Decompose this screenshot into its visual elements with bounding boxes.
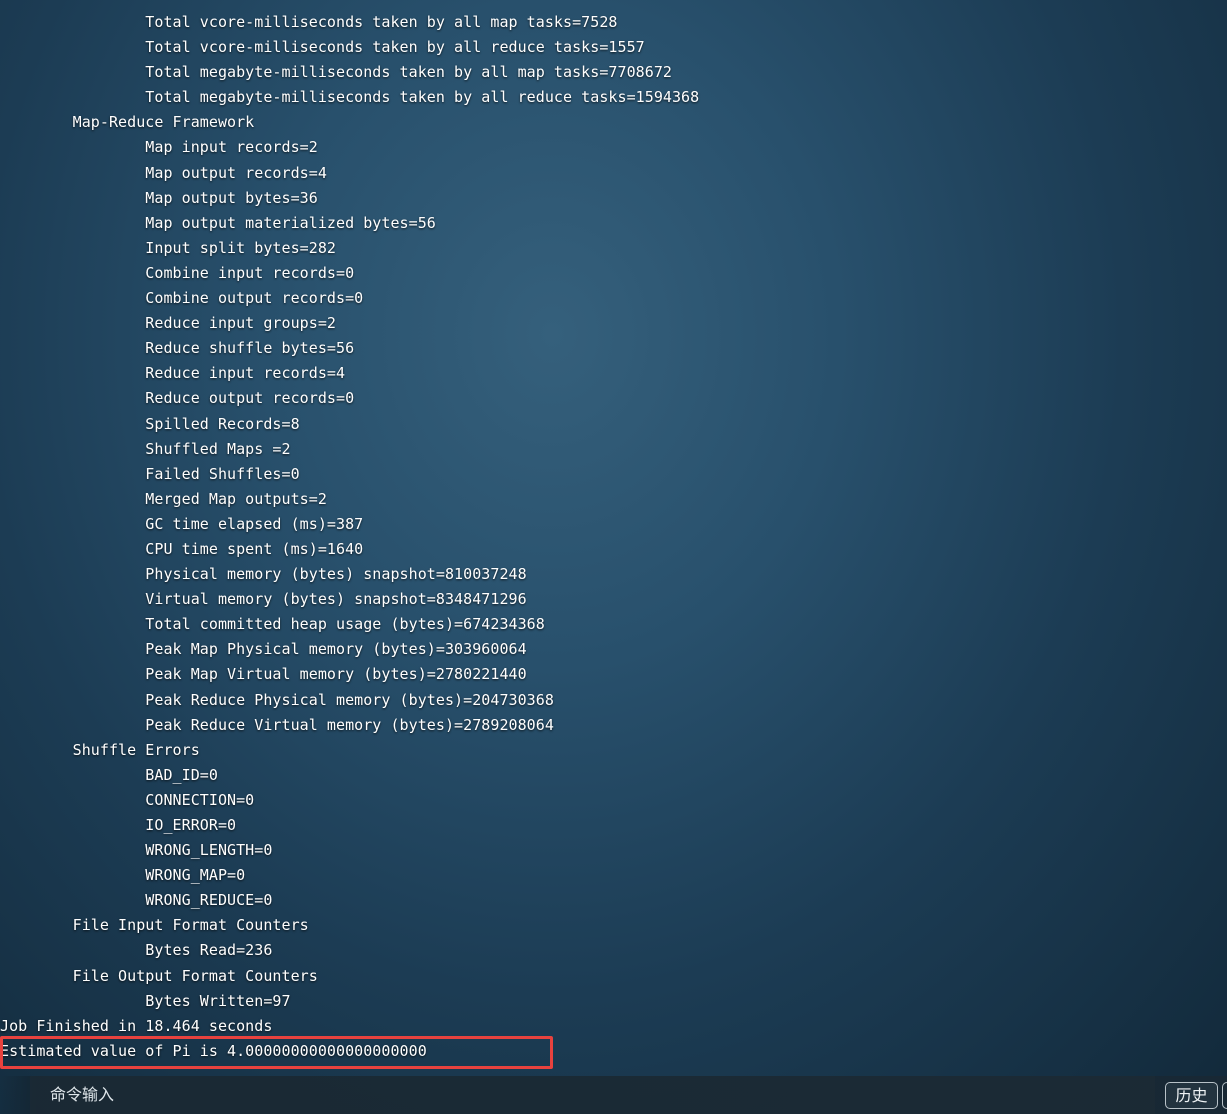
terminal-line: WRONG_LENGTH=0 xyxy=(0,841,273,860)
terminal-line: Virtual memory (bytes) snapshot=83484712… xyxy=(0,590,527,609)
terminal-output: Total vcore-milliseconds taken by all ma… xyxy=(0,10,1227,1074)
terminal-section-header: File Input Format Counters xyxy=(0,916,309,935)
terminal-line: Combine output records=0 xyxy=(0,289,364,308)
terminal-line: Bytes Written=97 xyxy=(0,991,291,1010)
history-button[interactable]: 历史 xyxy=(1165,1082,1218,1109)
terminal-line: BAD_ID=0 xyxy=(0,765,218,784)
pi-estimate-line: Estimated value of Pi is 4.0000000000000… xyxy=(0,1041,427,1060)
edge-button[interactable] xyxy=(1222,1082,1227,1109)
terminal-line: Peak Map Physical memory (bytes)=3039600… xyxy=(0,640,527,659)
terminal-line: Reduce shuffle bytes=56 xyxy=(0,339,355,358)
terminal-line: Combine input records=0 xyxy=(0,263,355,282)
terminal-line: Peak Map Virtual memory (bytes)=27802214… xyxy=(0,665,527,684)
terminal-line: WRONG_MAP=0 xyxy=(0,866,246,885)
terminal-line: Map output bytes=36 xyxy=(0,188,318,207)
terminal-line: Peak Reduce Virtual memory (bytes)=27892… xyxy=(0,715,554,734)
terminal-line: Shuffled Maps =2 xyxy=(0,439,291,458)
terminal-line: Spilled Records=8 xyxy=(0,414,300,433)
terminal-line: Reduce input groups=2 xyxy=(0,314,336,333)
terminal-line: Map output records=4 xyxy=(0,163,327,182)
terminal-line: GC time elapsed (ms)=387 xyxy=(0,514,364,533)
terminal-line: Reduce output records=0 xyxy=(0,389,355,408)
terminal-line: CONNECTION=0 xyxy=(0,790,255,809)
command-bar: 历史 xyxy=(0,1076,1227,1114)
job-finished-line: Job Finished in 18.464 seconds xyxy=(0,1016,273,1035)
terminal-line: Input split bytes=282 xyxy=(0,238,336,257)
terminal-line: Total megabyte-milliseconds taken by all… xyxy=(0,88,700,107)
terminal-line: Map input records=2 xyxy=(0,138,318,157)
terminal-line: IO_ERROR=0 xyxy=(0,816,237,834)
terminal-section-header: File Output Format Counters xyxy=(0,966,318,985)
command-input[interactable] xyxy=(30,1076,1155,1114)
terminal-line: Merged Map outputs=2 xyxy=(0,489,327,508)
terminal-line: Total committed heap usage (bytes)=67423… xyxy=(0,615,545,634)
terminal-line: Bytes Read=236 xyxy=(0,941,273,960)
terminal-line: Total vcore-milliseconds taken by all ma… xyxy=(0,13,618,31)
terminal-line: WRONG_REDUCE=0 xyxy=(0,891,273,910)
terminal-line: Reduce input records=4 xyxy=(0,364,346,383)
terminal-line: Total vcore-milliseconds taken by all re… xyxy=(0,38,645,57)
terminal-line: Failed Shuffles=0 xyxy=(0,464,300,483)
terminal-section-header: Shuffle Errors xyxy=(0,740,200,759)
terminal-line: Peak Reduce Physical memory (bytes)=2047… xyxy=(0,690,554,709)
terminal-line: Physical memory (bytes) snapshot=8100372… xyxy=(0,565,527,584)
terminal-line: Map output materialized bytes=56 xyxy=(0,213,436,232)
terminal-line: Total megabyte-milliseconds taken by all… xyxy=(0,63,672,82)
terminal-section-header: Map-Reduce Framework xyxy=(0,113,255,132)
terminal-line: CPU time spent (ms)=1640 xyxy=(0,539,364,558)
